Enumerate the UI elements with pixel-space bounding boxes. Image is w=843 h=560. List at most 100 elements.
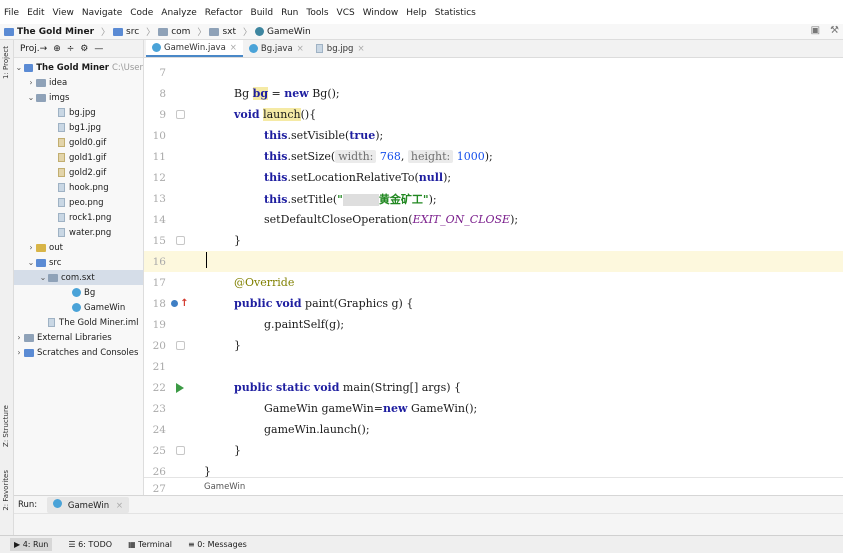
menu-edit[interactable]: Edit xyxy=(27,8,44,18)
code-line[interactable]: 22 public static void main(String[] args… xyxy=(144,377,843,398)
chevron-down-icon[interactable]: ⌄ xyxy=(38,273,48,282)
fold-icon[interactable] xyxy=(169,104,191,125)
tree-item[interactable]: › Scratches and Consoles xyxy=(14,345,143,360)
tree-file[interactable]: Bg xyxy=(14,285,143,300)
code-line[interactable]: 18 ↑ public void paint(Graphics g) { xyxy=(144,293,843,314)
tree-file[interactable]: gold2.gif xyxy=(14,165,143,180)
code-line[interactable]: 7 xyxy=(144,62,843,83)
code-line[interactable]: 12 this.setLocationRelativeTo(null); xyxy=(144,167,843,188)
tree-file[interactable]: gold1.gif xyxy=(14,150,143,165)
code-line[interactable]: 17 @Override xyxy=(144,272,843,293)
code-line[interactable]: 24 gameWin.launch(); xyxy=(144,419,843,440)
close-icon[interactable]: × xyxy=(116,501,123,511)
tab-structure[interactable]: Z: Structure xyxy=(2,405,10,447)
code-text: Bg bg = new Bg(); xyxy=(234,87,340,100)
menu-run[interactable]: Run xyxy=(281,8,298,18)
project-folder-icon xyxy=(4,27,14,36)
chevron-right-icon[interactable]: › xyxy=(26,243,36,252)
project-panel: Proj.→ ⊕ ÷ ⚙ — ⌄ The Gold Miner C:\User … xyxy=(14,40,144,495)
code-line[interactable]: 19 g.paintSelf(g); xyxy=(144,314,843,335)
chevron-right-icon[interactable]: › xyxy=(14,333,24,342)
tree-item[interactable]: ⌄ src xyxy=(14,255,143,270)
tool-run[interactable]: ▶ 4: Run xyxy=(10,538,53,551)
collapse-icon[interactable]: ÷ xyxy=(67,44,75,54)
breadcrumb-com[interactable]: com xyxy=(158,27,190,37)
tree-file[interactable]: bg1.jpg xyxy=(14,120,143,135)
menu-help[interactable]: Help xyxy=(406,8,427,18)
menu-analyze[interactable]: Analyze xyxy=(161,8,196,18)
code-line[interactable]: 11 this.setSize(width: 768, height: 1000… xyxy=(144,146,843,167)
tab-project[interactable]: 1: Project xyxy=(2,46,10,79)
close-icon[interactable]: × xyxy=(230,43,237,53)
menu-vcs[interactable]: VCS xyxy=(337,8,355,18)
tool-messages[interactable]: ≡ 0: Messages xyxy=(188,540,247,549)
window-icon[interactable]: ▣ xyxy=(811,25,820,36)
code-line[interactable]: 23 GameWin gameWin=new GameWin(); xyxy=(144,398,843,419)
tree-file[interactable]: hook.png xyxy=(14,180,143,195)
minimize-icon[interactable]: — xyxy=(94,44,103,54)
tree-item[interactable]: ⌄ com.sxt xyxy=(14,270,143,285)
tree-file[interactable]: rock1.png xyxy=(14,210,143,225)
tree-file[interactable]: gold0.gif xyxy=(14,135,143,150)
code-line[interactable]: 14 setDefaultCloseOperation(EXIT_ON_CLOS… xyxy=(144,209,843,230)
gear-icon[interactable]: ⚙ xyxy=(80,44,88,54)
tab-gamewin-java[interactable]: GameWin.java × xyxy=(146,40,243,57)
current-code-line[interactable]: 16 xyxy=(144,251,843,272)
chevron-right-icon[interactable]: › xyxy=(14,348,24,357)
code-line[interactable]: 8 Bg bg = new Bg(); xyxy=(144,83,843,104)
override-icon[interactable]: ↑ xyxy=(169,293,191,314)
tree-file[interactable]: GameWin xyxy=(14,300,143,315)
tab-favorites[interactable]: 2: Favorites xyxy=(2,470,10,511)
tree-item[interactable]: › External Libraries xyxy=(14,330,143,345)
breadcrumb-gamewin[interactable]: GameWin xyxy=(255,27,311,37)
tree-root[interactable]: ⌄ The Gold Miner C:\User xyxy=(14,60,143,75)
breadcrumb-src[interactable]: src xyxy=(113,27,139,37)
menu-navigate[interactable]: Navigate xyxy=(82,8,122,18)
code-line[interactable]: 9 void launch(){ xyxy=(144,104,843,125)
tab-bg-java[interactable]: Bg.java × xyxy=(243,40,310,57)
tree-file[interactable]: peo.png xyxy=(14,195,143,210)
tree-item[interactable]: › out xyxy=(14,240,143,255)
image-file-icon xyxy=(58,183,65,192)
run-icon[interactable] xyxy=(169,377,191,398)
code-line[interactable]: 13 this.setTitle(" 黄金矿工"); xyxy=(144,188,843,209)
menu-build[interactable]: Build xyxy=(251,8,274,18)
breadcrumb-project[interactable]: The Gold Miner xyxy=(4,27,94,37)
tool-todo[interactable]: ☰ 6: TODO xyxy=(68,540,112,549)
hammer-icon[interactable]: ⚒ xyxy=(830,25,839,36)
fold-icon[interactable] xyxy=(169,230,191,251)
tree-file[interactable]: bg.jpg xyxy=(14,105,143,120)
locate-icon[interactable]: ⊕ xyxy=(53,44,61,54)
tool-terminal[interactable]: ▦ Terminal xyxy=(128,540,172,549)
tree-item[interactable]: ⌄ imgs xyxy=(14,90,143,105)
run-tab-gamewin[interactable]: GameWin × xyxy=(47,496,129,513)
fold-icon[interactable] xyxy=(169,440,191,461)
chevron-down-icon[interactable]: ⌄ xyxy=(26,258,36,267)
tree-file[interactable]: The Gold Miner.iml xyxy=(14,315,143,330)
menu-tools[interactable]: Tools xyxy=(306,8,328,18)
tab-bg-jpg[interactable]: bg.jpg × xyxy=(310,40,371,57)
menu-view[interactable]: View xyxy=(53,8,74,18)
fold-icon[interactable] xyxy=(169,335,191,356)
chevron-down-icon[interactable]: ⌄ xyxy=(14,63,24,72)
code-line[interactable]: 10 this.setVisible(true); xyxy=(144,125,843,146)
menu-window[interactable]: Window xyxy=(363,8,399,18)
chevron-down-icon[interactable]: ⌄ xyxy=(26,93,36,102)
project-view-dropdown[interactable]: Proj.→ xyxy=(20,44,47,54)
menu-file[interactable]: File xyxy=(4,8,19,18)
class-icon xyxy=(248,44,258,53)
menu-code[interactable]: Code xyxy=(130,8,153,18)
close-icon[interactable]: × xyxy=(297,44,304,54)
code-line[interactable]: 25 } xyxy=(144,440,843,461)
menu-refactor[interactable]: Refactor xyxy=(205,8,243,18)
menu-statistics[interactable]: Statistics xyxy=(435,8,476,18)
tree-item[interactable]: › idea xyxy=(14,75,143,90)
code-line[interactable]: 21 xyxy=(144,356,843,377)
code-line[interactable]: 20 } xyxy=(144,335,843,356)
close-icon[interactable]: × xyxy=(357,44,364,54)
breadcrumb-sxt[interactable]: sxt xyxy=(209,27,236,37)
chevron-right-icon[interactable]: › xyxy=(26,78,36,87)
editor-breadcrumb[interactable]: GameWin xyxy=(144,477,843,495)
tree-file[interactable]: water.png xyxy=(14,225,143,240)
code-line[interactable]: 15 } xyxy=(144,230,843,251)
